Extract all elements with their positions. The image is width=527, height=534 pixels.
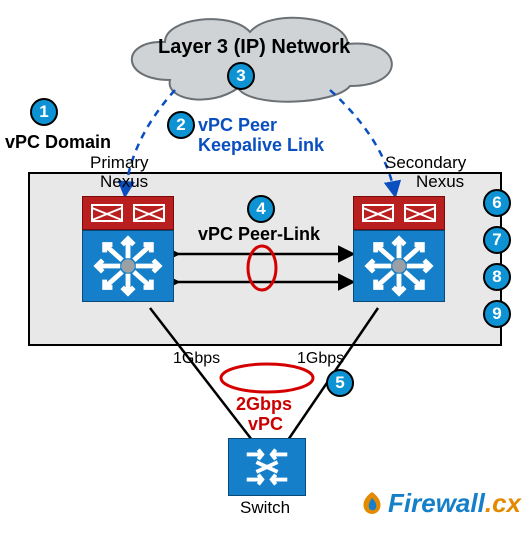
badge-8: 8 (483, 263, 511, 291)
switch-label: Switch (240, 498, 290, 518)
badge-6: 6 (483, 189, 511, 217)
downlink-right-speed: 1Gbps (297, 350, 344, 368)
secondary-nexus-device (353, 196, 445, 302)
aggregate-speed: 2Gbps (236, 394, 292, 415)
firewall-cx-logo: Firewall.cx (356, 488, 521, 519)
badge-2: 2 (167, 111, 195, 139)
layer3-title: Layer 3 (IP) Network (158, 36, 350, 59)
logo-text-b: .cx (485, 488, 521, 518)
secondary-nexus-label-l2: Nexus (416, 172, 464, 192)
primary-nexus-device (82, 196, 174, 302)
keepalive-label-l2: Keepalive Link (198, 135, 324, 156)
badge-5: 5 (326, 369, 354, 397)
badge-1: 1 (30, 98, 58, 126)
logo-text-a: Firewall (388, 488, 485, 518)
badge-9: 9 (483, 300, 511, 328)
badge-4: 4 (247, 195, 275, 223)
peerlink-label: vPC Peer-Link (198, 224, 320, 245)
badge-7: 7 (483, 226, 511, 254)
access-switch-device (228, 438, 306, 496)
vpc-domain-label: vPC Domain (5, 132, 111, 153)
primary-nexus-label-l2: Nexus (100, 172, 148, 192)
aggregate-label: vPC (248, 414, 283, 435)
secondary-nexus-label-l1: Secondary (385, 153, 466, 173)
primary-nexus-label-l1: Primary (90, 153, 149, 173)
badge-3: 3 (227, 62, 255, 90)
keepalive-label-l1: vPC Peer (198, 115, 277, 136)
downlink-left-speed: 1Gbps (173, 350, 220, 368)
